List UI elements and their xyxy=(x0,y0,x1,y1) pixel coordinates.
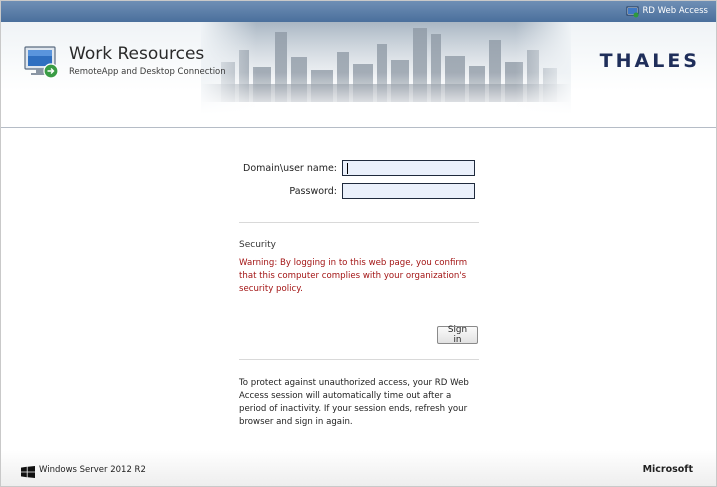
session-timeout-notice: To protect against unauthorized access, … xyxy=(239,378,469,427)
text-cursor xyxy=(347,163,348,174)
rd-web-access-link[interactable]: RD Web Access xyxy=(626,4,709,18)
microsoft-logo: Microsoft xyxy=(642,464,693,475)
app-subtitle: RemoteApp and Desktop Connection xyxy=(69,67,226,77)
sign-in-button[interactable]: Sign in xyxy=(437,325,478,345)
rd-web-access-icon xyxy=(626,6,638,17)
header-banner: Work Resources RemoteApp and Desktop Con… xyxy=(1,22,716,128)
rd-web-access-label: RD Web Access xyxy=(642,6,709,16)
password-label: Password: xyxy=(289,186,337,197)
divider xyxy=(239,222,479,223)
security-warning: Warning: By logging in to this web page,… xyxy=(239,258,468,294)
app-title: Work Resources xyxy=(69,44,205,64)
username-input[interactable] xyxy=(342,160,475,176)
company-logo: THALES xyxy=(599,50,700,72)
windows-logo-icon xyxy=(21,466,35,478)
top-bar: RD Web Access xyxy=(1,1,716,22)
windows-server-label: Windows Server 2012 R2 xyxy=(39,465,146,475)
footer: Windows Server 2012 R2 Microsoft xyxy=(1,450,716,486)
password-input[interactable] xyxy=(342,183,475,199)
divider xyxy=(239,359,479,360)
security-heading: Security xyxy=(239,240,276,250)
remoteapp-monitor-icon xyxy=(24,46,59,79)
city-skyline-image xyxy=(201,22,571,114)
username-label: Domain\user name: xyxy=(243,163,337,174)
page: RD Web Access Work Resources RemoteApp a… xyxy=(0,0,717,487)
